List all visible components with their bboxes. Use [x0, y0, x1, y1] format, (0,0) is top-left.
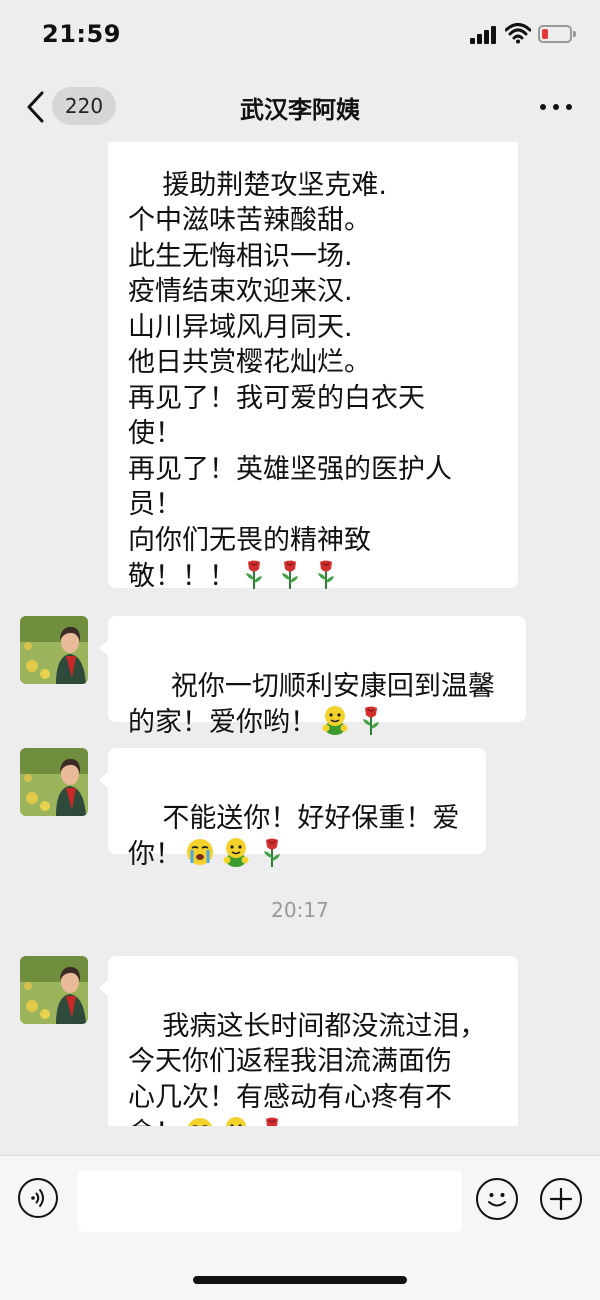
- message-emojis: [317, 706, 389, 738]
- crying-icon: [187, 839, 213, 865]
- rose-icon: [266, 1117, 278, 1126]
- smiley-icon: [488, 1193, 506, 1207]
- wifi-icon: [505, 23, 531, 44]
- plus-icon: [549, 1187, 573, 1211]
- message-bubble[interactable]: 不能送你！好好保重！爱 你！: [108, 748, 486, 870]
- message-text: 祝你一切顺利安康回到温馨 的家！爱你哟！: [128, 670, 495, 739]
- more-actions-button[interactable]: [540, 1178, 582, 1220]
- status-time: 21:59: [42, 20, 121, 48]
- unread-count-badge[interactable]: 220: [52, 87, 116, 125]
- message-bubble[interactable]: 祝你一切顺利安康回到温馨 的家！爱你哟！: [108, 616, 526, 738]
- hug-icon: [322, 706, 348, 735]
- sender-avatar[interactable]: [20, 748, 88, 816]
- chat-header: 武汉李阿姨 220: [0, 70, 600, 142]
- bubble-tail: [99, 980, 108, 996]
- message-bubble[interactable]: 我病这长时间都没流过泪， 今天你们返程我泪流满面伤 心几次！有感动有心疼有不 舍…: [108, 956, 518, 1126]
- message-emojis: [236, 560, 344, 592]
- voice-input-button[interactable]: [18, 1178, 58, 1218]
- rose-icon: [363, 706, 379, 735]
- sender-avatar[interactable]: [20, 616, 88, 684]
- back-button[interactable]: [22, 90, 52, 124]
- chat-message-list[interactable]: 援助荆楚攻坚克难. 个中滋味苦辣酸甜。 此生无悔相识一场. 疫情结束欢迎来汉. …: [0, 142, 600, 1126]
- message-text: 不能送你！好好保重！爱 你！: [128, 802, 460, 871]
- rose-icon: [264, 838, 280, 867]
- message-text: 援助荆楚攻坚克难. 个中滋味苦辣酸甜。 此生无悔相识一场. 疫情结束欢迎来汉. …: [128, 169, 452, 593]
- voice-icon: [31, 1189, 44, 1207]
- bubble-tail: [99, 640, 108, 656]
- battery-icon: [538, 25, 576, 43]
- status-bar: 21:59: [0, 0, 600, 70]
- message-text-input[interactable]: [78, 1170, 462, 1232]
- message-text: 我病这长时间都没流过泪， 今天你们返程我泪流满面伤 心几次！有感动有心疼有不 舍…: [128, 1010, 487, 1127]
- bubble-tail: [99, 772, 108, 788]
- crying-icon: [188, 1118, 212, 1126]
- cellular-signal-icon: [470, 24, 498, 44]
- hug-icon: [223, 838, 249, 867]
- message-bubble[interactable]: 援助荆楚攻坚克难. 个中滋味苦辣酸甜。 此生无悔相识一场. 疫情结束欢迎来汉. …: [108, 142, 518, 592]
- rose-icon: [318, 560, 334, 589]
- message-emojis: [182, 1117, 290, 1126]
- sender-avatar[interactable]: [20, 956, 88, 1024]
- rose-icon: [246, 560, 262, 589]
- more-options-button[interactable]: [536, 92, 576, 120]
- hug-icon: [226, 1117, 246, 1126]
- message-emojis: [182, 838, 290, 870]
- message-timestamp: 20:17: [271, 898, 329, 922]
- rose-icon: [282, 560, 298, 589]
- battery-level: [542, 29, 548, 39]
- home-indicator[interactable]: [193, 1276, 407, 1284]
- emoji-button[interactable]: [476, 1178, 518, 1220]
